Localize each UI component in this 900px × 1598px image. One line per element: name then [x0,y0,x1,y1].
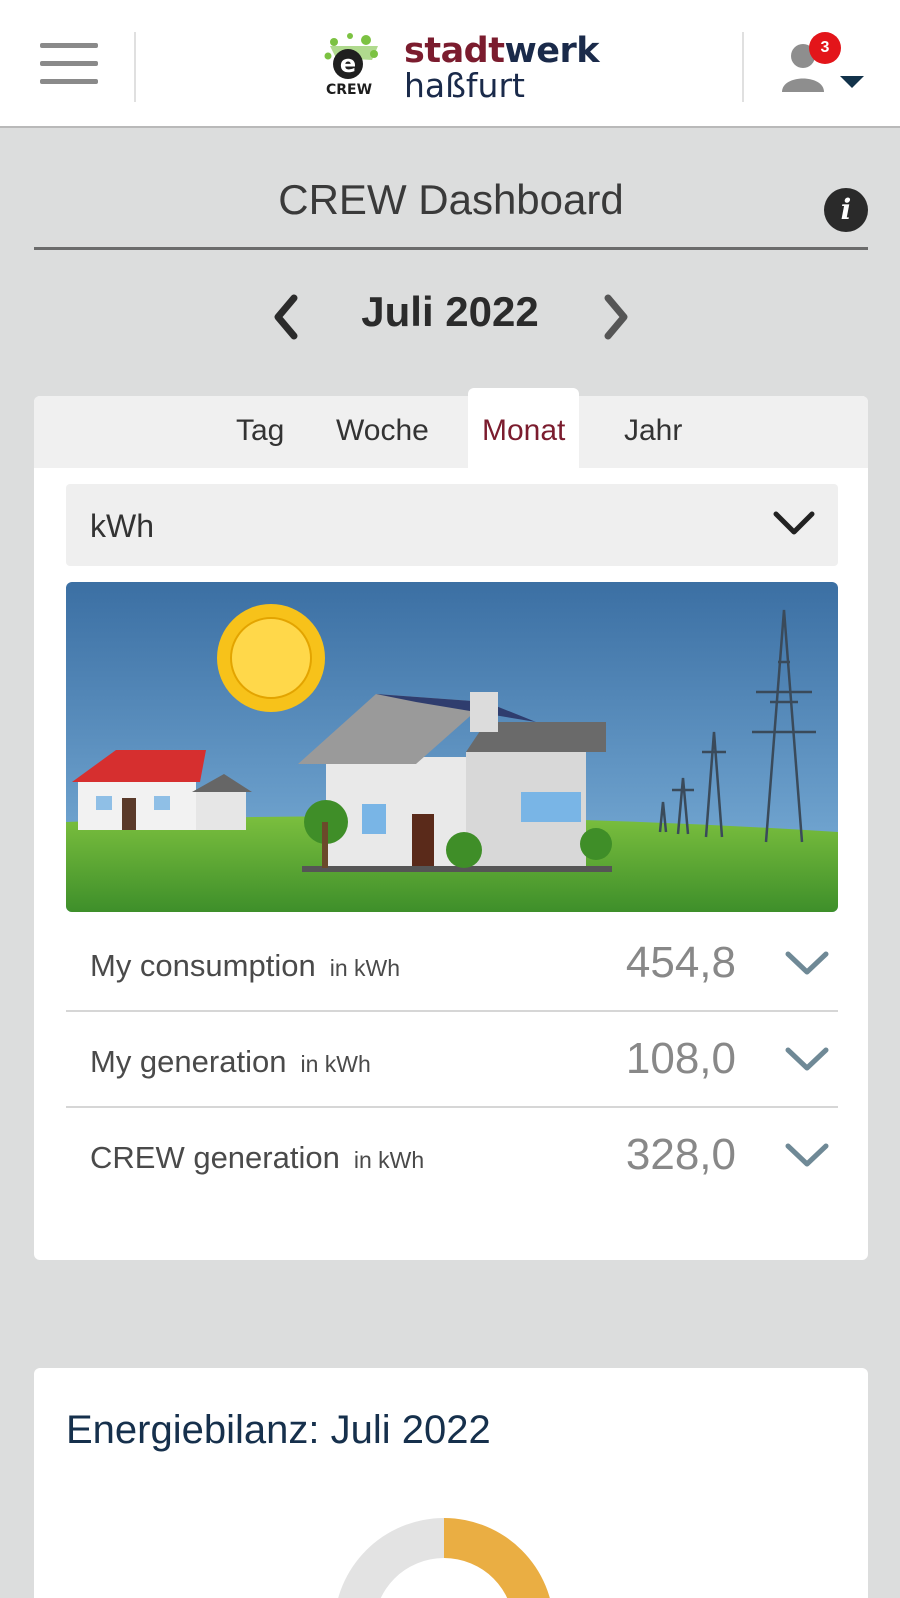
unit-select[interactable]: kWh [66,484,838,566]
app-header: e CREW stadtwerk haßfurt 3 [0,0,900,128]
logo-word-hassfurt: haßfurt [404,66,525,105]
tab-jahr[interactable]: Jahr [624,414,682,448]
next-period-button[interactable] [596,292,636,342]
svg-text:e: e [340,50,356,78]
donut-segment-orange [444,1518,550,1598]
stat-value: 454,8 [625,938,736,987]
stat-row-crew-generation[interactable]: CREW generation in kWh 328,0 [66,1108,838,1204]
stadtwerk-logo[interactable]: e CREW stadtwerk haßfurt [322,32,600,102]
page-title: CREW Dashboard [278,176,624,223]
period-label: Juli 2022 [361,288,539,335]
title-divider [34,247,868,250]
stat-row-my-generation[interactable]: My generation in kWh 108,0 [66,1012,838,1108]
caret-down-icon [840,76,864,88]
crew-logo-label: CREW [326,82,373,98]
period-tabs: Tag Woche Monat Jahr [34,388,868,468]
tab-tag[interactable]: Tag [236,414,284,448]
energy-balance-donut [338,1518,550,1598]
stat-label: My generation in kWh [90,1044,371,1079]
energy-balance-card: Energiebilanz: Juli 2022 [34,1368,868,1598]
stat-value: 108,0 [625,1034,736,1083]
logo-wordmark: stadtwerk haßfurt [404,31,600,105]
header-divider-right [742,32,744,102]
chevron-down-icon [773,511,815,535]
chevron-down-icon [785,1143,829,1167]
stat-value: 328,0 [625,1130,736,1179]
unit-select-value: kWh [90,508,154,544]
user-menu-button[interactable]: 3 [780,32,870,98]
donut-segment-grey [338,1518,444,1598]
tab-woche[interactable]: Woche [336,414,429,448]
stat-label: My consumption in kWh [90,948,401,983]
consumption-card: Tag Woche Monat Jahr kWh My consumption … [34,388,868,1260]
energy-balance-title: Energiebilanz: Juli 2022 [66,1408,491,1452]
stat-unit: in kWh [353,1147,425,1173]
energy-scene-illustration [66,582,838,912]
previous-period-button[interactable] [268,292,308,342]
chevron-down-icon [785,1047,829,1071]
chevron-right-icon [604,294,628,340]
stat-unit: in kWh [300,1051,371,1077]
tab-monat[interactable]: Monat [468,388,580,468]
stat-unit: in kWh [329,955,401,981]
logo-word-werk: werk [504,31,600,71]
stat-row-my-consumption[interactable]: My consumption in kWh 454,8 [66,916,838,1012]
logo-word-stadt: stadt [404,31,505,71]
stat-label: CREW generation in kWh [90,1140,425,1175]
sun-icon [217,604,325,712]
chevron-down-icon [785,951,829,975]
info-icon[interactable]: i [824,188,868,232]
notification-badge: 3 [809,32,841,64]
crew-logo-icon: e [324,33,378,79]
chevron-left-icon [274,294,298,340]
menu-icon[interactable] [40,43,98,89]
header-divider-left [134,32,136,102]
